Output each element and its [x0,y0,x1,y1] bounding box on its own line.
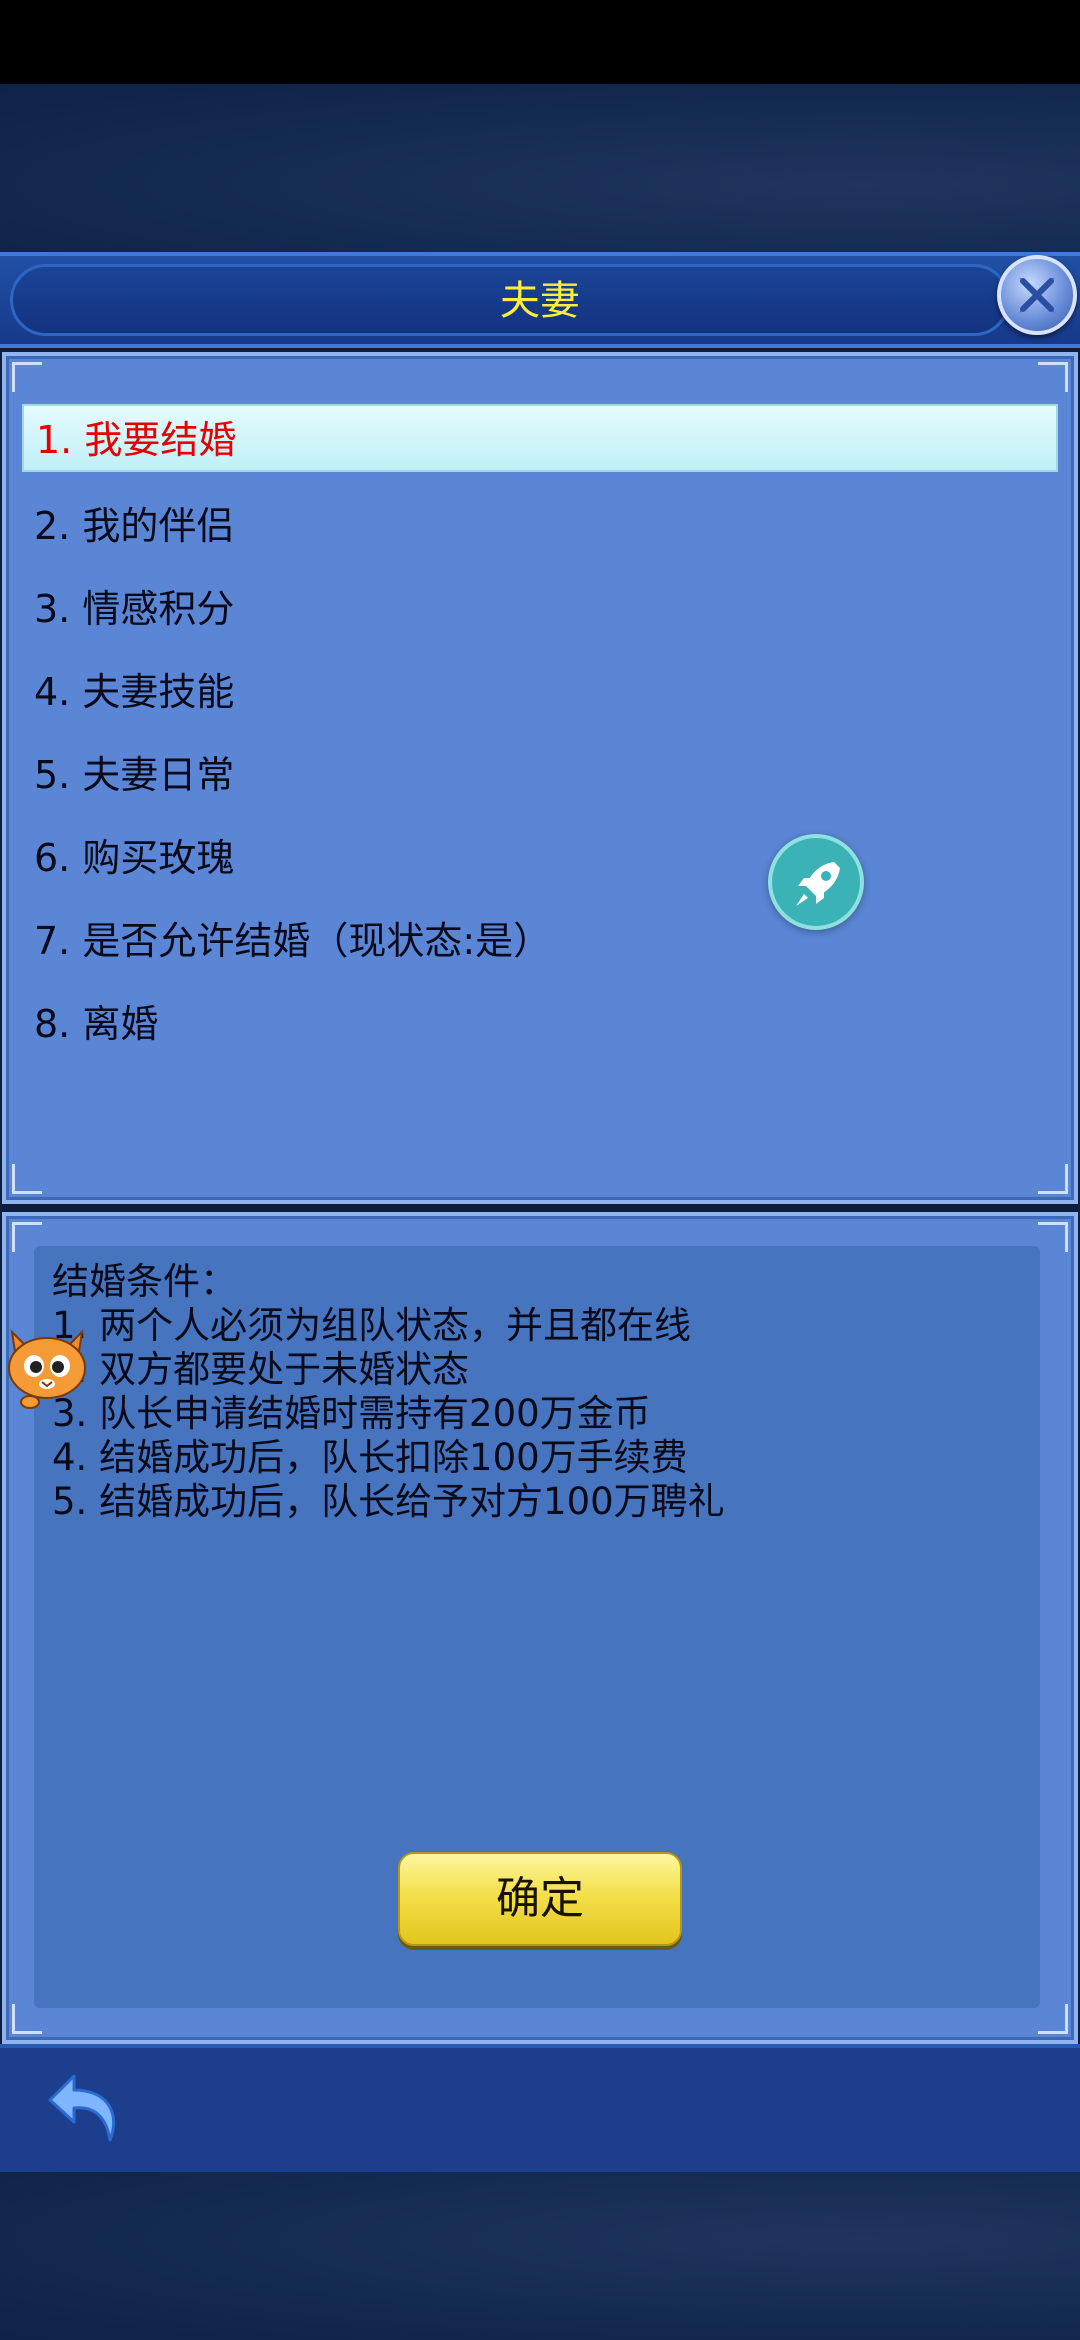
confirm-button[interactable]: 确定 [398,1852,682,1946]
menu-item-divorce[interactable]: 8. 离婚 [22,990,1058,1058]
rocket-button[interactable] [768,834,864,930]
back-arrow-icon[interactable] [44,2066,130,2152]
menu-item-marry[interactable]: 1. 我要结婚 [22,404,1058,472]
description-line: 4. 结婚成功后，队长扣除100万手续费 [52,1436,688,1479]
description-line: 1. 两个人必须为组队状态，并且都在线 [52,1304,692,1347]
menu-item-partner[interactable]: 2. 我的伴侣 [22,492,1058,560]
menu-item-affection-points[interactable]: 3. 情感积分 [22,575,1058,643]
title-bar: 夫妻 [0,252,1080,348]
bottom-bar [0,2044,1080,2172]
description-heading: 结婚条件： [52,1260,237,1303]
cat-mascot-icon[interactable] [2,1318,92,1410]
background-bottom [0,2172,1080,2340]
rocket-icon [796,862,840,906]
close-button[interactable] [997,255,1077,335]
menu-item-couple-skills[interactable]: 4. 夫妻技能 [22,658,1058,726]
description-line: 5. 结婚成功后，队长给予对方100万聘礼 [52,1480,725,1523]
page-title: 夫妻 [500,278,580,324]
description-line: 2. 双方都要处于未婚状态 [52,1348,470,1391]
description-line: 3. 队长申请结婚时需持有200万金币 [52,1392,651,1435]
menu-item-couple-daily[interactable]: 5. 夫妻日常 [22,741,1058,809]
menu-item-buy-roses[interactable]: 6. 购买玫瑰 [22,824,1058,892]
close-icon [1019,277,1055,313]
background-top [0,84,1080,252]
menu-item-allow-marriage[interactable]: 7. 是否允许结婚（现状态:是） [22,907,1058,975]
status-bar [0,0,1080,84]
